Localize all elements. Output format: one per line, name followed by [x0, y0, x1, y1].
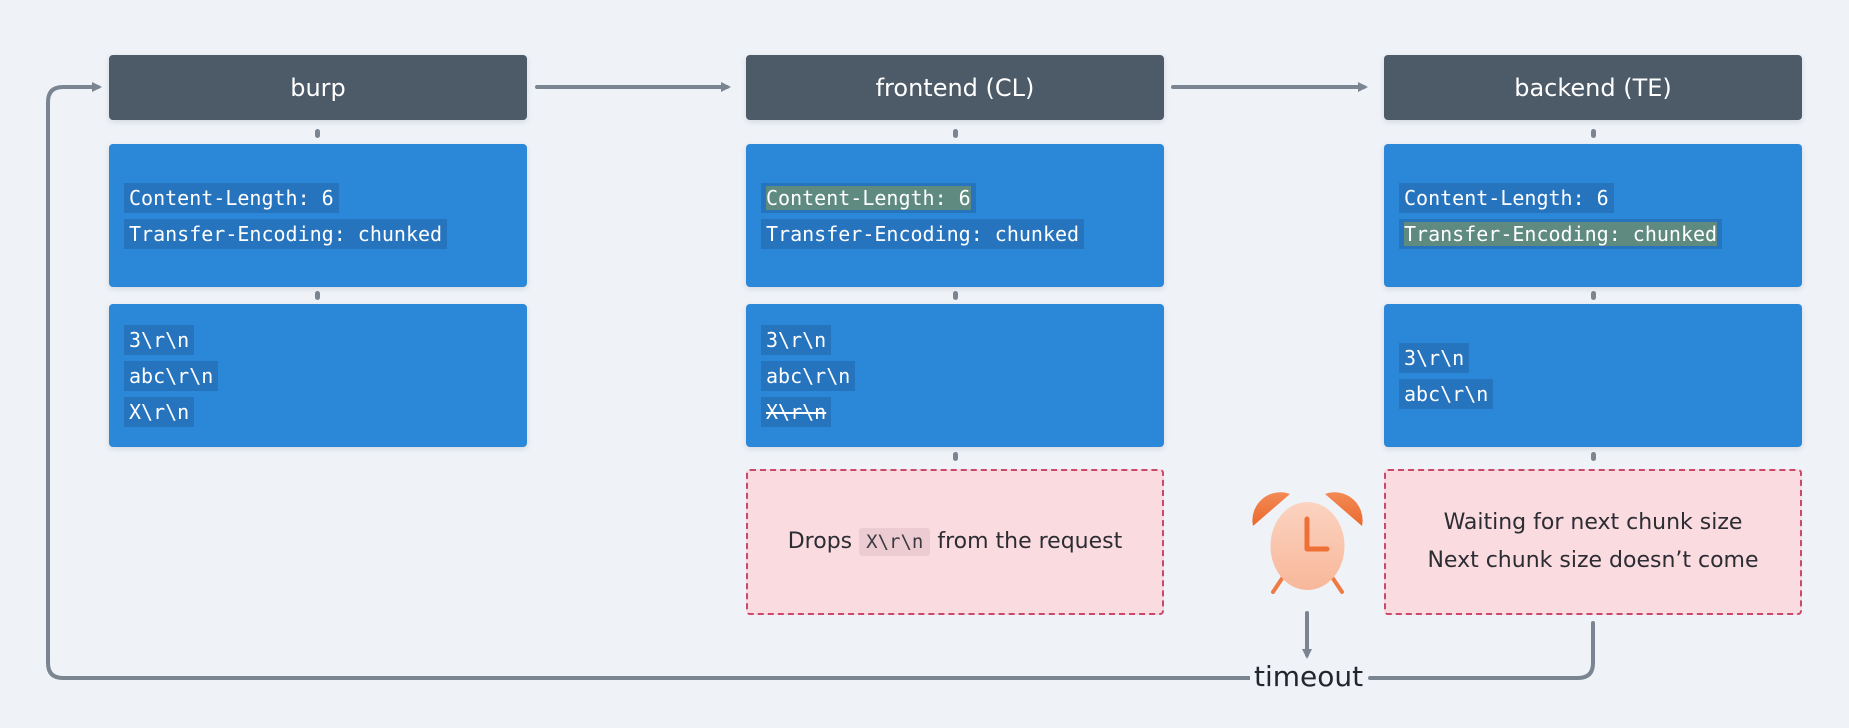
- burp-headers-block: Content-Length: 6 Transfer-Encoding: chu…: [109, 144, 527, 287]
- node-backend-header: backend (TE): [1384, 55, 1802, 120]
- connector-dot: [953, 291, 958, 300]
- node-burp-header: burp: [109, 55, 527, 120]
- body-line: abc\r\n: [124, 360, 219, 391]
- connector-dot: [1591, 129, 1596, 138]
- backend-headers-block: Content-Length: 6 Transfer-Encoding: chu…: [1384, 144, 1802, 287]
- header-line: Content-Length: 6: [761, 182, 976, 213]
- connector-dot: [315, 291, 320, 300]
- note-text: Drops X\r\n from the request: [787, 528, 1123, 556]
- note-line: Next chunk size doesn’t come: [1427, 548, 1759, 573]
- body-line: abc\r\n: [761, 360, 856, 391]
- backend-note: Waiting for next chunk size Next chunk s…: [1384, 469, 1802, 615]
- header-line: Transfer-Encoding: chunked: [124, 218, 448, 249]
- frontend-note: Drops X\r\n from the request: [746, 469, 1164, 615]
- highlighted-header: Transfer-Encoding: chunked: [1404, 221, 1718, 246]
- body-line: 3\r\n: [761, 324, 832, 355]
- highlighted-header: Content-Length: 6: [766, 185, 971, 210]
- body-line: X\r\n: [124, 396, 195, 427]
- frontend-headers-block: Content-Length: 6 Transfer-Encoding: chu…: [746, 144, 1164, 287]
- header-line: Content-Length: 6: [124, 182, 339, 213]
- node-frontend-header: frontend (CL): [746, 55, 1164, 120]
- timeout-label: timeout: [1250, 660, 1368, 694]
- header-line: Transfer-Encoding: chunked: [1399, 218, 1723, 249]
- connector-dot: [1591, 452, 1596, 461]
- body-line: abc\r\n: [1399, 378, 1494, 409]
- loop-back-line-right: [1368, 621, 1595, 680]
- header-line: Transfer-Encoding: chunked: [761, 218, 1085, 249]
- note-line: Waiting for next chunk size: [1443, 510, 1743, 535]
- node-title: burp: [290, 73, 346, 102]
- burp-body-block: 3\r\n abc\r\n X\r\n: [109, 304, 527, 447]
- connector-dot: [315, 129, 320, 138]
- connector-dot: [953, 129, 958, 138]
- connector-dot: [953, 452, 958, 461]
- body-line-struck: X\r\n: [761, 396, 832, 427]
- header-line: Content-Length: 6: [1399, 182, 1614, 213]
- inline-code: X\r\n: [859, 528, 931, 556]
- frontend-body-block: 3\r\n abc\r\n X\r\n: [746, 304, 1164, 447]
- node-title: frontend (CL): [875, 73, 1035, 102]
- connector-dot: [1591, 291, 1596, 300]
- body-line: 3\r\n: [124, 324, 195, 355]
- alarm-clock-icon: [1252, 492, 1363, 594]
- backend-body-block: 3\r\n abc\r\n: [1384, 304, 1802, 447]
- body-line: 3\r\n: [1399, 342, 1470, 373]
- node-title: backend (TE): [1514, 73, 1672, 102]
